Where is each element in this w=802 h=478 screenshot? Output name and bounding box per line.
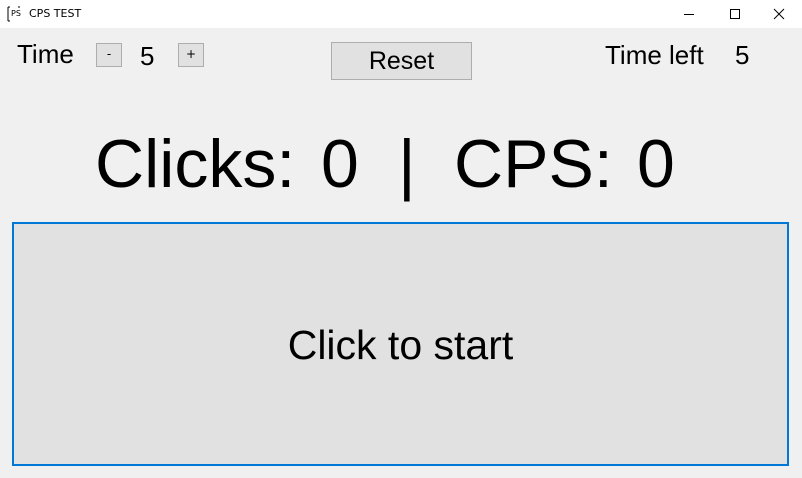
stats-display: Clicks: 0 | CPS: 0 — [0, 122, 802, 206]
time-decrement-button[interactable]: - — [96, 43, 122, 67]
reset-button[interactable]: Reset — [331, 42, 472, 80]
time-left-label: Time left — [605, 40, 704, 70]
svg-text:PS: PS — [11, 9, 21, 18]
clicks-value: 0 — [321, 126, 359, 202]
close-button[interactable] — [756, 0, 802, 28]
time-left-value: 5 — [735, 40, 750, 70]
maximize-icon — [730, 9, 740, 19]
minimize-icon — [684, 14, 694, 15]
click-area-label: Click to start — [287, 322, 514, 368]
minimize-button[interactable] — [666, 0, 712, 28]
time-label: Time — [17, 39, 74, 69]
cps-label: CPS: — [454, 126, 613, 202]
time-value: 5 — [140, 41, 155, 71]
click-area-button[interactable]: Click to start — [12, 222, 789, 466]
app-icon: PS — [7, 6, 21, 22]
close-icon — [773, 8, 785, 20]
maximize-button[interactable] — [712, 0, 758, 28]
cps-test-window: PS CPS TEST Time - 5 + Reset Time left 5 — [0, 0, 802, 478]
clicks-label: Clicks: — [95, 126, 296, 202]
cps-value: 0 — [637, 126, 675, 202]
stats-separator: | — [398, 126, 416, 202]
time-increment-button[interactable]: + — [178, 43, 204, 67]
title-bar[interactable]: PS CPS TEST — [0, 0, 802, 28]
window-title: CPS TEST — [29, 7, 82, 20]
